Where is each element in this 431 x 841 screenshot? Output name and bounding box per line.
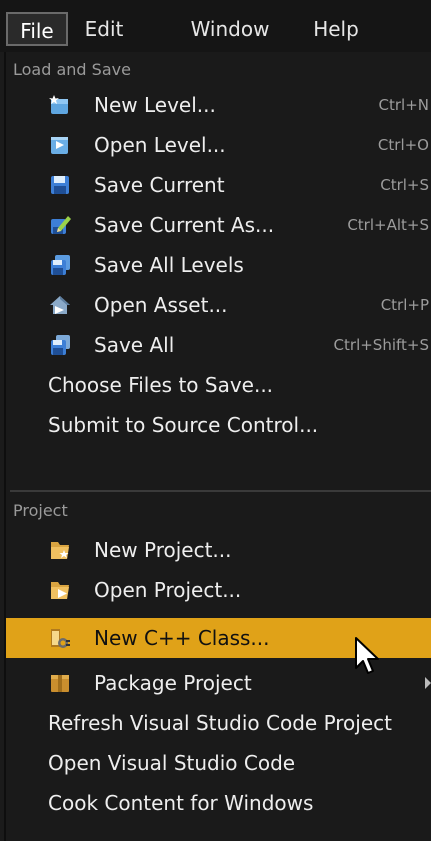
editor-file-menu-screen: File Edit Window Help Load and Save New … [0,0,431,841]
submenu-arrow-icon [425,677,431,689]
menu-item-label: Submit to Source Control... [48,413,319,437]
menu-item-open-project[interactable]: Open Project... [6,570,431,610]
menu-file[interactable]: File [6,12,68,46]
menu-item-shortcut: Ctrl+O [377,136,429,154]
menu-item-label: Open Asset... [94,293,228,317]
menu-item-shortcut: Ctrl+S [380,176,429,194]
open-project-icon [51,582,69,599]
menu-item-label: New Level... [94,93,216,117]
menu-item-save-current-as[interactable]: Save Current As... Ctrl+Alt+S [6,205,431,245]
menu-item-open-vscode[interactable]: Open Visual Studio Code [6,743,431,783]
menu-item-save-current[interactable]: Save Current Ctrl+S [6,165,431,205]
menu-item-open-level[interactable]: Open Level... Ctrl+O [6,125,431,165]
mouse-cursor-icon [355,637,379,674]
menu-item-choose-files-to-save[interactable]: Choose Files to Save... [6,365,431,405]
new-level-icon [49,95,68,114]
menu-item-shortcut: Ctrl+Alt+S [347,216,429,234]
menu-item-shortcut: Ctrl+Shift+S [333,336,429,354]
menu-separator [10,490,431,492]
package-project-icon [51,675,69,692]
save-current-icon [51,176,69,194]
section-header-load-and-save: Load and Save [13,60,131,79]
menu-item-shortcut: Ctrl+P [380,296,429,314]
save-all-levels-icon [51,255,70,275]
menu-item-label: Save Current [94,173,225,197]
menu-item-submit-to-source-control[interactable]: Submit to Source Control... [6,405,431,445]
section-header-project: Project [13,501,68,520]
menu-item-open-asset[interactable]: Open Asset... Ctrl+P [6,285,431,325]
menu-item-save-all[interactable]: Save All Ctrl+Shift+S [6,325,431,365]
menu-bar: File Edit Window Help [0,0,431,52]
menu-item-label: New Project... [94,538,232,562]
menu-item-new-project[interactable]: New Project... [6,530,431,570]
menu-window[interactable]: Window [182,12,278,46]
menu-item-shortcut: Ctrl+N [378,96,429,114]
menu-item-save-all-levels[interactable]: Save All Levels [6,245,431,285]
menu-item-label: Save Current As... [94,213,275,237]
new-cpp-class-icon [51,629,70,648]
open-asset-icon [50,296,70,314]
menu-item-label: Save All Levels [94,253,244,277]
save-all-icon [51,335,70,355]
save-as-icon [51,216,71,234]
open-level-icon [51,137,68,154]
menu-item-label: Refresh Visual Studio Code Project [48,711,392,735]
menu-item-refresh-vscode-project[interactable]: Refresh Visual Studio Code Project [6,703,431,743]
menu-item-cook-content-windows[interactable]: Cook Content for Windows [6,783,431,823]
menu-item-label: Cook Content for Windows [48,791,314,815]
menu-item-new-level[interactable]: New Level... Ctrl+N [6,85,431,125]
menu-help[interactable]: Help [306,12,366,46]
menu-item-label: New C++ Class... [94,626,270,650]
menu-item-label: Open Level... [94,133,226,157]
new-project-icon [51,542,69,559]
menu-item-label: Choose Files to Save... [48,373,274,397]
menu-item-label: Open Visual Studio Code [48,751,296,775]
menu-item-label: Open Project... [94,578,242,602]
menu-item-label: Save All [94,333,175,357]
menu-edit[interactable]: Edit [74,12,134,46]
file-dropdown-menu: Load and Save New Level... Ctrl+N Open L… [4,52,431,841]
menu-item-label: Package Project [94,671,252,695]
